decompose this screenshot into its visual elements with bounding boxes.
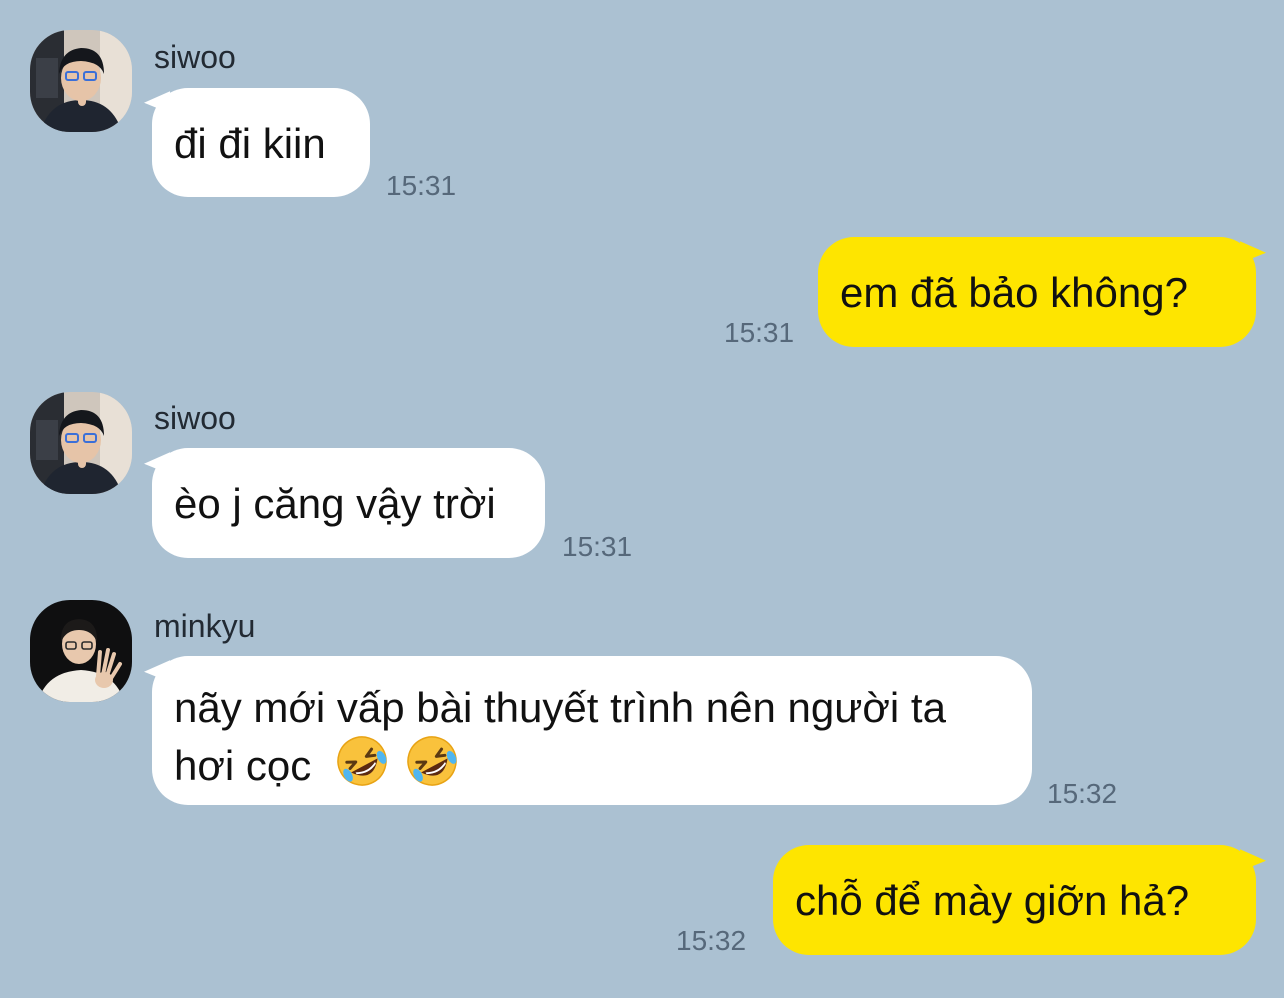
chat-thread[interactable]: siwoo đi đi kiin 15:31 em đã bảo không? … <box>0 0 1284 998</box>
message-text: em đã bảo không? <box>840 269 1188 316</box>
message-text: chỗ để mày giỡn hả? <box>795 877 1190 924</box>
avatar-siwoo[interactable] <box>30 30 132 132</box>
message-timestamp: 15:31 <box>386 170 457 201</box>
message-timestamp: 15:31 <box>562 531 633 562</box>
sender-name: siwoo <box>154 39 236 75</box>
message-text: èo j căng vậy trời <box>174 480 496 527</box>
sender-name: minkyu <box>154 608 256 644</box>
message-bubble-incoming[interactable]: èo j căng vậy trời <box>152 448 545 558</box>
message-text: hơi cọc <box>174 742 312 789</box>
message-bubble-outgoing[interactable]: chỗ để mày giỡn hả? <box>773 845 1256 955</box>
rolling-on-floor-laughing-emoji-icon <box>406 736 457 786</box>
avatar-siwoo[interactable] <box>30 392 132 494</box>
message-bubble-incoming[interactable]: nãy mới vấp bài thuyết trình nên người t… <box>152 656 1032 805</box>
message-text: đi đi kiin <box>174 120 326 167</box>
message-timestamp: 15:31 <box>724 317 795 348</box>
message-timestamp: 15:32 <box>1047 778 1118 809</box>
message-bubble-incoming[interactable]: đi đi kiin <box>152 88 370 197</box>
avatar-minkyu[interactable] <box>30 600 132 702</box>
sender-name: siwoo <box>154 400 236 436</box>
rolling-on-floor-laughing-emoji-icon <box>337 736 387 786</box>
message-text-line: nãy mới vấp bài thuyết trình nên người t… <box>174 684 946 731</box>
message-timestamp: 15:32 <box>676 925 747 956</box>
message-text-line-2: hơi cọc <box>174 734 1008 792</box>
message-bubble-outgoing[interactable]: em đã bảo không? <box>818 237 1256 347</box>
